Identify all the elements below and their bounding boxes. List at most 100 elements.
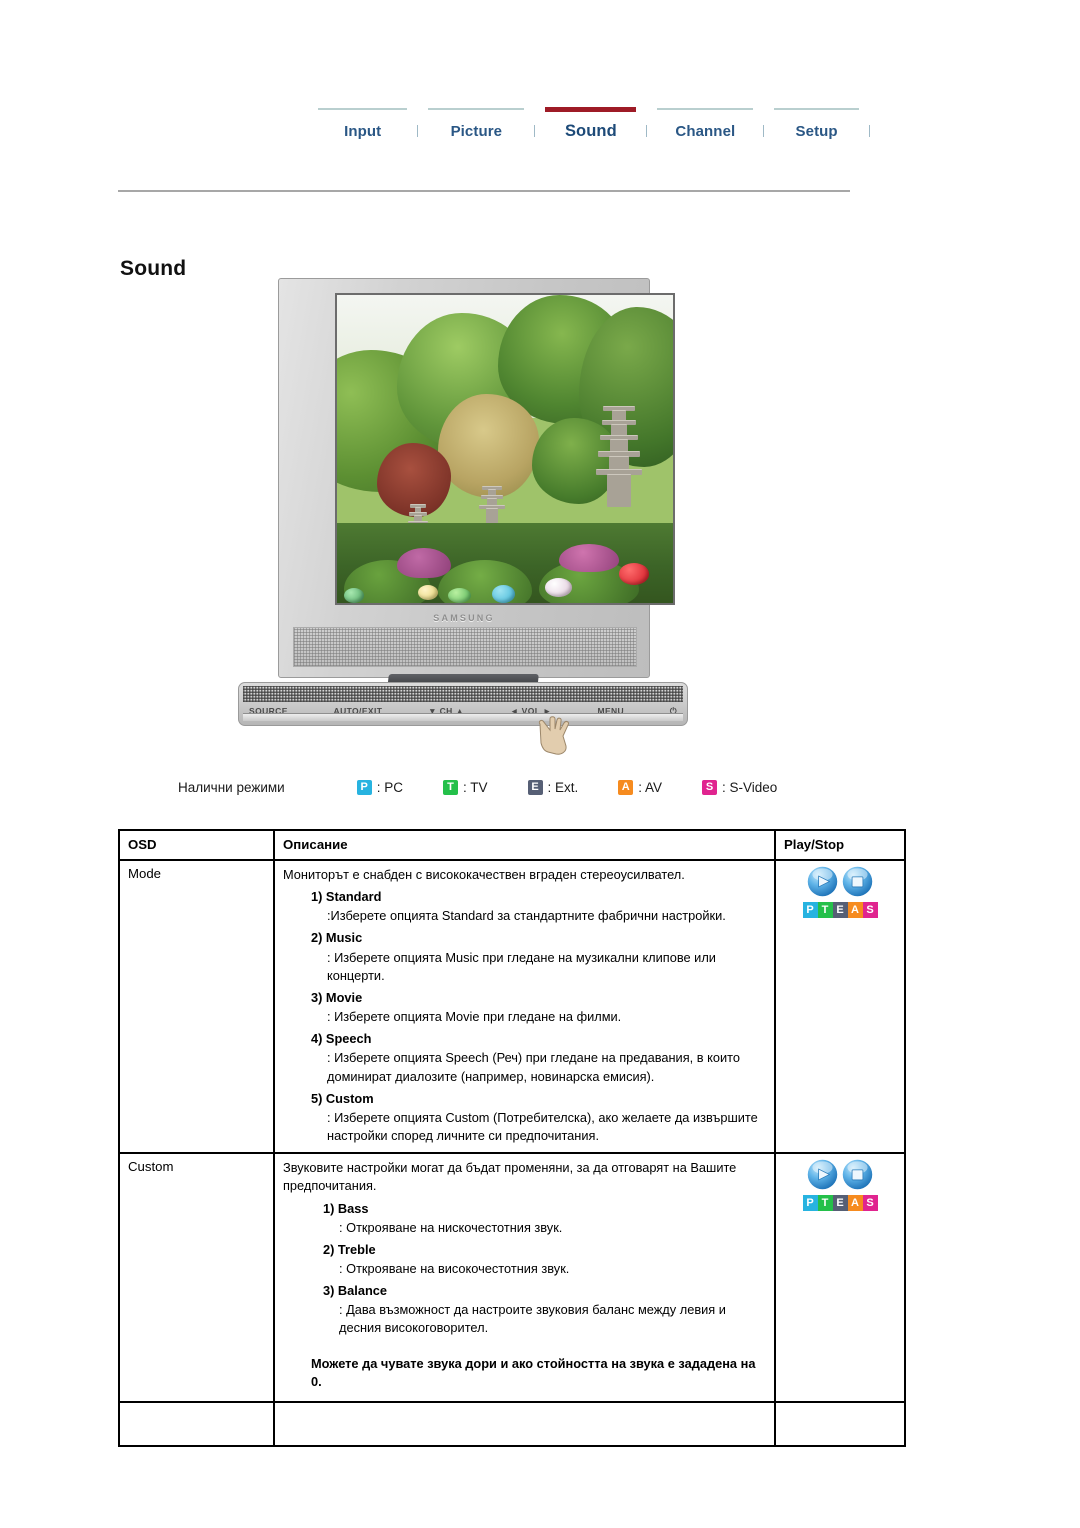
- description-cell: [273, 1400, 776, 1447]
- monitor-control-bar: SOURCE AUTO/EXIT ▼ CH ▲ ◄ VOL ► MENU ⏻: [238, 682, 688, 726]
- pteas-badge-t-icon: T: [817, 902, 833, 918]
- nav-separator-bar: [417, 125, 419, 137]
- play-icon[interactable]: [807, 1159, 838, 1190]
- osd-settings-table: OSD Описание Play/Stop Mode Мониторът е с…: [118, 829, 906, 1447]
- nav-separator: [859, 108, 880, 142]
- playstop-indicator: PTEAS: [784, 866, 896, 918]
- pteas-mode-strip: PTEAS: [802, 902, 878, 918]
- pteas-mode-strip: PTEAS: [802, 1195, 878, 1212]
- nav-item-channel[interactable]: Channel: [657, 108, 754, 142]
- legend-item-label: : TV: [462, 780, 488, 795]
- legend-item-s: S: S-Video: [702, 780, 777, 795]
- option-description: : Изберете опцията Speech (Реч) при глед…: [327, 1050, 740, 1084]
- hand-pointer-icon: [538, 716, 569, 755]
- pteas-badge-t-icon: T: [817, 1195, 833, 1212]
- option-description: : Изберете опцията Music при гледане на …: [327, 949, 716, 983]
- legend-item-label: : Ext.: [547, 780, 579, 795]
- description-intro: Звуковите настройки могат да бъдат проме…: [283, 1160, 737, 1194]
- nav-item-list: Input Picture Sound Channel Setup: [318, 107, 880, 142]
- description-cell: Звуковите настройки могат да бъдат проме…: [273, 1152, 776, 1403]
- playstop-buttons: [807, 866, 873, 897]
- playstop-buttons: [807, 1159, 873, 1190]
- control-bar-strip: [243, 713, 683, 721]
- osd-name-cell: Custom: [118, 1152, 275, 1403]
- option-title: 1) Standard: [311, 889, 382, 905]
- pteas-badge-p-icon: P: [802, 1195, 818, 1212]
- option-description: :Изберете опцията Standard за стандартни…: [327, 908, 726, 924]
- description-intro: Мониторът е снабден с висококачествен вг…: [283, 867, 685, 882]
- monitor-screen: [335, 293, 675, 605]
- monitor-brand-logo: SAMSUNG: [433, 613, 495, 623]
- nav-separator: [407, 108, 428, 142]
- option-title: 3) Balance: [323, 1283, 388, 1299]
- option-description: : Открояване на високочестотния звук.: [339, 1260, 570, 1276]
- option-description: : Изберете опцията Custom (Потребителска…: [327, 1109, 758, 1144]
- nav-separator: [636, 108, 657, 142]
- nav-separator-bar: [534, 125, 536, 137]
- table-body: Mode Мониторът е снабден с висококачестве…: [118, 858, 906, 1447]
- option-description: : Изберете опцията Movie при гледане на …: [327, 1009, 622, 1025]
- pteas-badge-p-icon: P: [802, 902, 818, 918]
- nav-underline: [545, 107, 637, 112]
- pteas-badge-e-icon: E: [832, 1195, 848, 1212]
- nav-item-setup[interactable]: Setup: [774, 108, 859, 142]
- stop-icon[interactable]: [842, 866, 873, 897]
- nav-item-sound[interactable]: Sound: [545, 107, 637, 142]
- option-title: 2) Music: [311, 930, 363, 946]
- playstop-indicator: PTEAS: [784, 1159, 896, 1212]
- legend-item-a: A : AV: [618, 780, 662, 795]
- header-osd: OSD: [118, 829, 275, 861]
- mode-badge-a-icon: A: [618, 780, 634, 795]
- header-playstop: Play/Stop: [774, 829, 906, 861]
- row-note: Можете да чувате звука дори и ако стойно…: [311, 1355, 756, 1390]
- table-row: [118, 1400, 906, 1447]
- option-title: 3) Movie: [311, 989, 363, 1005]
- pteas-badge-e-icon: E: [832, 902, 848, 918]
- pteas-badge-a-icon: A: [847, 902, 863, 918]
- legend-label: Налични режими: [178, 780, 285, 795]
- monitor-speaker-grille: [293, 627, 637, 667]
- option-description: : Открояване на нискочестотния звук.: [339, 1219, 563, 1235]
- table-row: Mode Мониторът е снабден с висококачестве…: [118, 858, 906, 1155]
- legend-item-label: : AV: [638, 780, 663, 795]
- option-title: 2) Treble: [323, 1241, 376, 1257]
- nav-item-picture[interactable]: Picture: [428, 108, 525, 142]
- pteas-badge-s-icon: S: [862, 902, 878, 918]
- playstop-cell: PTEAS: [774, 858, 906, 1155]
- nav-separator-bar: [868, 125, 870, 137]
- description-cell: Мониторът е снабден с висококачествен вг…: [273, 858, 776, 1155]
- header-description: Описание: [273, 829, 776, 861]
- legend-item-label: : PC: [376, 780, 403, 795]
- nav-underline: [774, 108, 859, 110]
- monitor-product-image: SAMSUNG SOURCE AUTO/EXIT ▼ CH ▲ ◄ VOL ► MENU…: [238, 278, 688, 755]
- legend-item-label: : S-Video: [722, 780, 778, 795]
- legend-item-e: E: Ext.: [527, 780, 579, 795]
- stop-icon[interactable]: [842, 1159, 873, 1190]
- header-divider: [118, 190, 850, 192]
- top-navigation: Input Picture Sound Channel Setup: [318, 107, 880, 142]
- nav-link-label: Picture: [450, 122, 503, 140]
- table-header-row: OSD Описание Play/Stop: [118, 829, 906, 861]
- monitor-bezel: SAMSUNG: [278, 278, 675, 678]
- page-title: Sound: [120, 257, 187, 281]
- option-title: 5) Custom: [311, 1090, 374, 1106]
- nav-separator-bar: [646, 125, 648, 137]
- pteas-badge-s-icon: S: [862, 1195, 878, 1212]
- legend-item-p: P: PC: [356, 780, 403, 795]
- nav-link-label: Channel: [675, 122, 736, 140]
- nav-separator: [753, 108, 774, 142]
- playstop-cell: PTEAS: [774, 1152, 906, 1403]
- option-title: 4) Speech: [311, 1031, 372, 1047]
- option-title: 1) Bass: [323, 1200, 369, 1216]
- pteas-badge-a-icon: A: [847, 1195, 863, 1212]
- osd-name-cell: Mode: [118, 858, 275, 1155]
- nav-underline: [657, 108, 754, 110]
- nav-item-input[interactable]: Input: [318, 108, 408, 142]
- play-icon[interactable]: [807, 866, 838, 897]
- nav-separator: [524, 108, 545, 142]
- nav-link-label: Setup: [795, 122, 838, 140]
- nav-underline: [318, 108, 408, 110]
- nav-link-label: Sound: [564, 121, 617, 140]
- option-description: : Дава възможност да настроите звуковия …: [339, 1302, 726, 1336]
- osd-name-cell: [118, 1400, 275, 1447]
